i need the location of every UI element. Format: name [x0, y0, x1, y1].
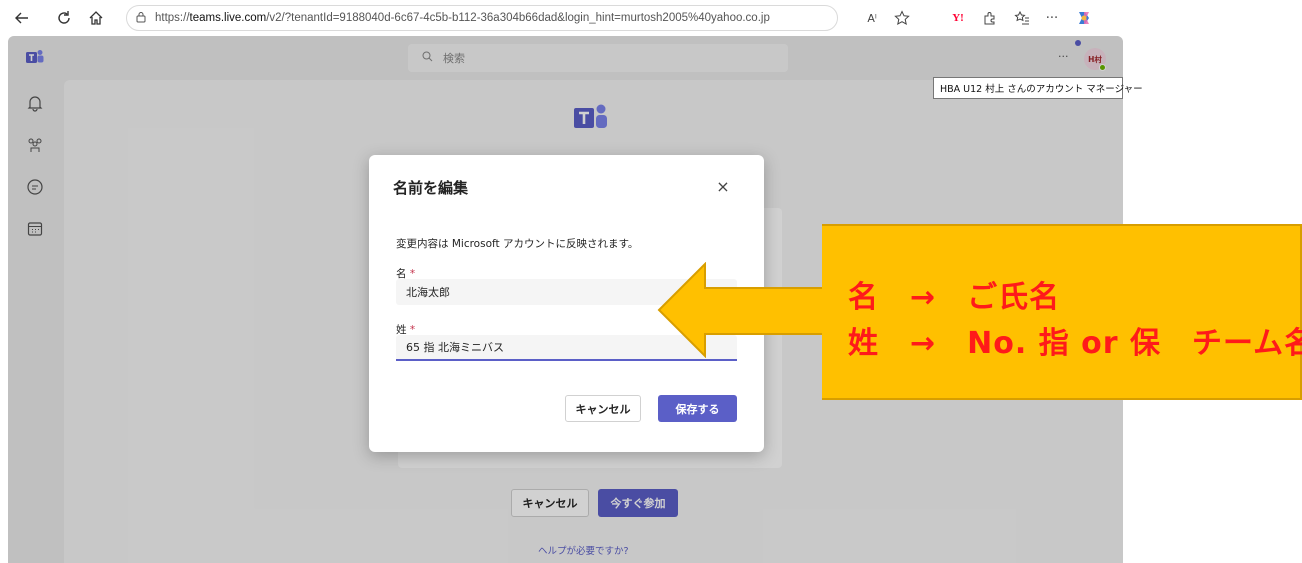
back-icon[interactable] — [10, 6, 34, 30]
home-icon[interactable] — [84, 6, 108, 30]
dialog-description: 変更内容は Microsoft アカウントに反映されます。 — [396, 238, 639, 250]
save-button[interactable]: 保存する — [658, 395, 737, 422]
url-host: teams.live.com — [189, 12, 267, 24]
url-prefix: https:// — [155, 12, 190, 24]
annotation-arrow — [657, 262, 824, 358]
favorite-star-icon[interactable] — [890, 6, 914, 30]
callout-line-1: 名 → ご氏名 — [848, 280, 1061, 315]
callout-line-2: 姓 → No. 指 or 保 チーム名 — [848, 326, 1302, 361]
address-bar[interactable]: https://teams.live.com/v2/?tenantId=9188… — [126, 5, 838, 31]
browser-toolbar: https://teams.live.com/v2/?tenantId=9188… — [0, 0, 1302, 36]
dialog-title: 名前を編集 — [393, 179, 469, 197]
cancel-button[interactable]: キャンセル — [565, 395, 641, 422]
read-aloud-icon[interactable]: Aˡ — [860, 6, 884, 30]
callout-join — [822, 226, 830, 398]
extensions-icon[interactable] — [978, 6, 1002, 30]
more-menu-icon[interactable]: ··· — [1040, 6, 1064, 30]
annotation-callout: 名 → ご氏名 姓 → No. 指 or 保 チーム名 — [822, 224, 1302, 400]
url-path: /v2/?tenantId=9188040d-6c67-4c5b-b112-36… — [266, 12, 770, 24]
copilot-icon[interactable] — [1072, 6, 1096, 30]
favorites-icon[interactable] — [1010, 6, 1034, 30]
lock-icon — [135, 11, 147, 26]
refresh-icon[interactable] — [52, 6, 76, 30]
yahoo-extension-icon[interactable]: Y! — [946, 6, 970, 30]
close-icon[interactable]: × — [715, 179, 731, 195]
account-manager-tooltip: HBA U12 村上 さんのアカウント マネージャー — [933, 77, 1143, 99]
